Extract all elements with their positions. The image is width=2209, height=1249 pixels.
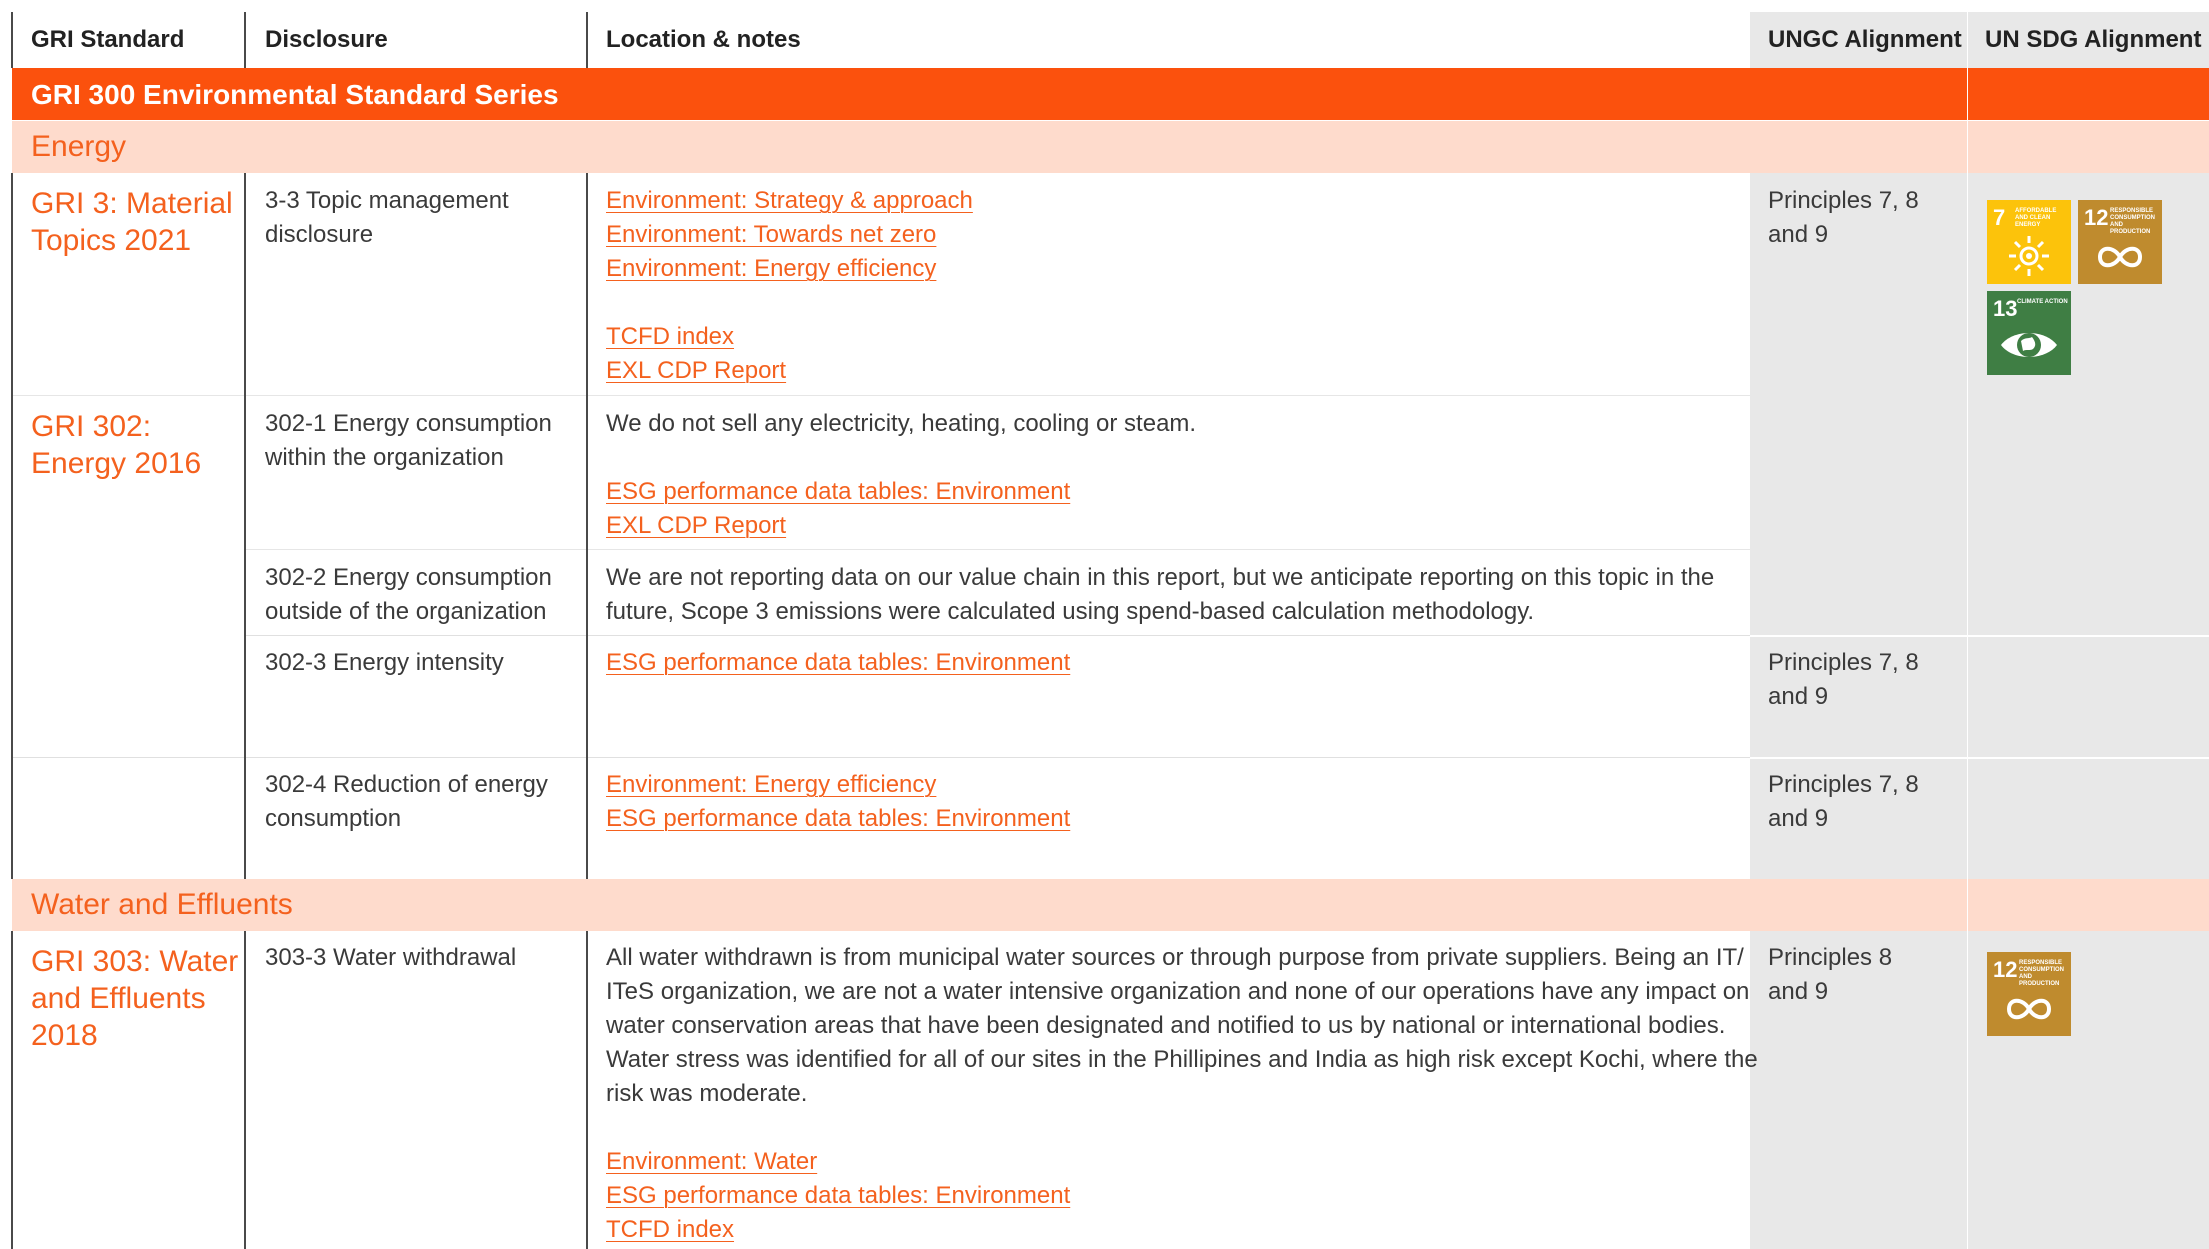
gri-index-page: GRI Standard Disclosure Location & notes… [0,0,2209,1249]
row-gri302-standard: GRI 302: Energy 2016 [31,410,202,480]
col-line [244,12,246,68]
col-line [11,931,13,1249]
row-gri3-disclosure: 3-3 Topic management disclosure [265,187,509,248]
sdg-column-bg [1968,12,2209,1249]
link-esg-data-tables[interactable]: ESG performance data tables: Environment [606,1179,1070,1213]
header-disclosure: Disclosure [265,26,388,53]
row-302-1-notes: We do not sell any electricity, heating,… [606,407,1196,543]
sdg7-icon: 7 AFFORDABLE AND CLEAN ENERGY [1987,200,2071,284]
row-302-3-disclosure: 302-3 Energy intensity [265,649,504,676]
col-line [244,173,246,879]
header-sdg-alignment: UN SDG Alignment [1985,26,2202,53]
link-esg-data-tables[interactable]: ESG performance data tables: Environment [606,475,1070,509]
link-towards-net-zero[interactable]: Environment: Towards net zero [606,218,936,252]
infinity-icon [2006,998,2052,1020]
link-energy-efficiency[interactable]: Environment: Energy efficiency [606,768,936,802]
row-divider-alignment [1750,757,2209,759]
row-303-3-disclosure: 303-3 Water withdrawal [265,944,517,971]
row-302-4-disclosure: 302-4 Reduction of energy consumption [265,771,548,832]
col-line [11,12,13,68]
sdg12-icon: 12 RESPONSIBLE CONSUMPTION AND PRODUCTIO… [1987,952,2071,1036]
header-ungc-alignment: UNGC Alignment [1768,26,1962,53]
row-gri3-standard: GRI 3: Material Topics 2021 [31,187,233,257]
row-divider [245,635,1750,636]
banner-gap [12,120,2209,121]
row-gri3-links: Environment: Strategy & approach Environ… [606,184,973,388]
row-303-3-ungc: Principles 8 and 9 [1768,944,1893,1005]
row-divider [245,549,1750,550]
earth-eye-icon [2001,333,2057,357]
col-line [11,173,13,879]
row-gri3-ungc: Principles 7, 8 and 9 [1768,187,1919,248]
series-banner: GRI 300 Environmental Standard Series [12,68,2209,120]
section-water-sdg-cell [1968,879,2209,931]
row-divider [12,757,1750,758]
link-energy-efficiency[interactable]: Environment: Energy efficiency [606,252,936,286]
row-divider-alignment [1750,635,2209,637]
link-tcfd-index[interactable]: TCFD index [606,1213,734,1247]
section-energy: Energy [12,121,1967,173]
section-energy-title: Energy [31,130,127,163]
link-esg-data-tables[interactable]: ESG performance data tables: Environment [606,646,1070,680]
sdg12-icon: 12 RESPONSIBLE CONSUMPTION AND PRODUCTIO… [2078,200,2162,284]
col-line [586,12,588,68]
row-303-3-notes: All water withdrawn is from municipal wa… [606,941,1758,1247]
section-water: Water and Effluents [12,879,1967,931]
link-strategy-approach[interactable]: Environment: Strategy & approach [606,184,973,218]
row-302-2-notes: We are not reporting data on our value c… [606,564,1715,625]
row-302-4-links: Environment: Energy efficiency ESG perfo… [606,768,1070,836]
col-line [244,931,246,1249]
row-302-3-ungc: Principles 7, 8 and 9 [1768,649,1919,710]
alignment-col-divider [1967,12,1968,1249]
row-302-4-ungc: Principles 7, 8 and 9 [1768,771,1919,832]
link-esg-data-tables[interactable]: ESG performance data tables: Environment [606,802,1070,836]
section-water-title: Water and Effluents [31,888,293,921]
section-energy-sdg-cell [1968,121,2209,173]
row-302-3-links: ESG performance data tables: Environment [606,646,1070,680]
header-gri-standard: GRI Standard [31,26,185,53]
row-302-1-disclosure: 302-1 Energy consumption within the orga… [265,410,552,471]
link-environment-water[interactable]: Environment: Water [606,1145,817,1179]
link-exl-cdp-report[interactable]: EXL CDP Report [606,509,786,543]
sun-icon [2009,236,2049,276]
link-exl-cdp-report[interactable]: EXL CDP Report [606,354,786,388]
series-title: GRI 300 Environmental Standard Series [31,79,559,110]
note-302-1: We do not sell any electricity, heating,… [606,410,1197,437]
header-location-notes: Location & notes [606,26,801,53]
row-302-2-disclosure: 302-2 Energy consumption outside of the … [265,564,552,625]
sdg13-icon: 13 CLIMATE ACTION [1987,291,2071,375]
link-tcfd-index[interactable]: TCFD index [606,320,734,354]
row-gri303-standard: GRI 303: Water and Effluents 2018 [31,945,239,1052]
col-line [586,173,588,879]
infinity-icon [2097,246,2143,268]
row-divider [12,395,1750,396]
col-line [586,931,588,1249]
